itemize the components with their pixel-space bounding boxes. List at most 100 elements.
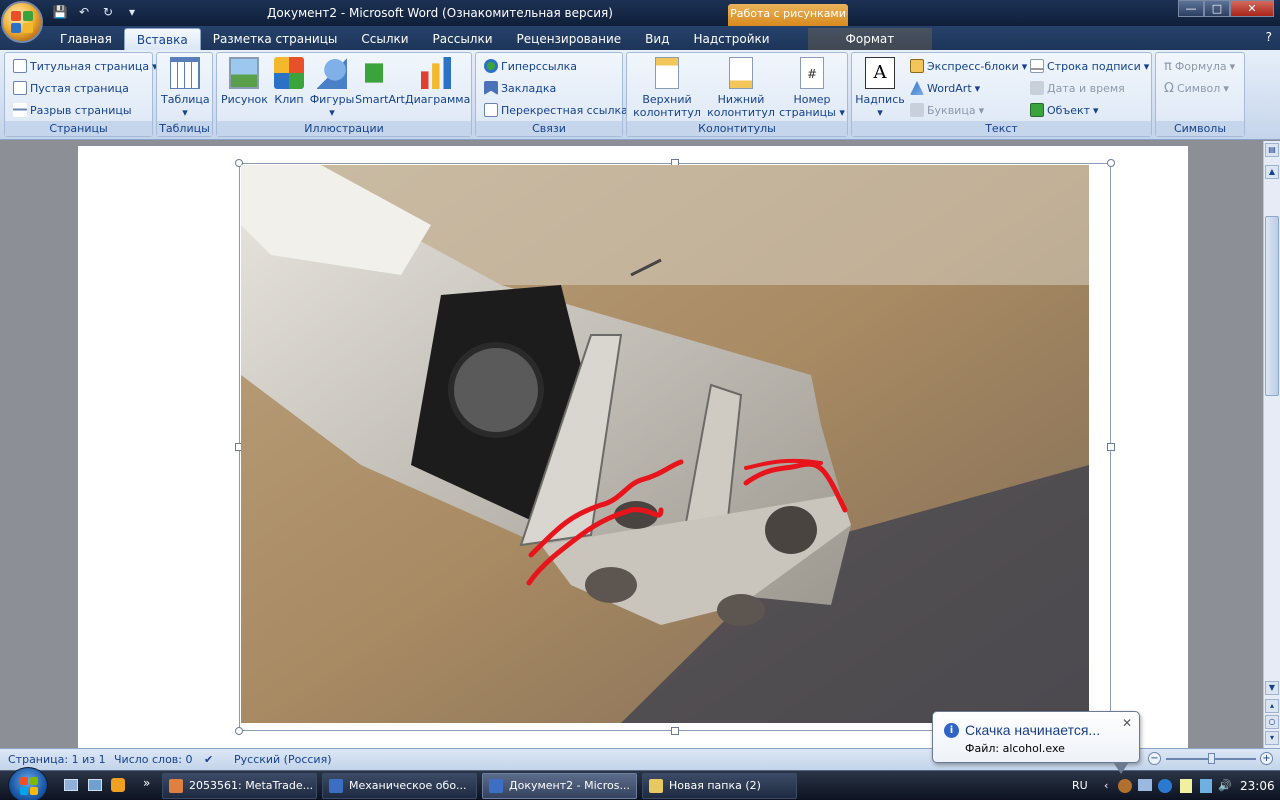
shapes-icon bbox=[317, 57, 347, 89]
group-pages: Титульная страница ▾ Пустая страница Разр… bbox=[4, 52, 158, 137]
group-headers-footers: Верхнийколонтитул ▾ Нижнийколонтитул ▾ #… bbox=[626, 52, 848, 137]
zoom-out-button[interactable]: − bbox=[1148, 752, 1161, 765]
prev-page-button[interactable]: ▴ bbox=[1265, 699, 1279, 713]
tray-app-icon[interactable] bbox=[1180, 779, 1192, 793]
close-button[interactable]: ✕ bbox=[1230, 0, 1274, 17]
taskbar-item-word-doc2[interactable]: Документ2 - Micros... bbox=[482, 773, 637, 799]
minimize-button[interactable]: — bbox=[1178, 0, 1204, 17]
help-icon[interactable]: ? bbox=[1266, 30, 1272, 44]
scroll-up-button[interactable]: ▲ bbox=[1265, 165, 1279, 179]
download-notification[interactable]: i Скачка начинается... Файл: alcohol.exe… bbox=[932, 711, 1140, 774]
zoom-in-button[interactable]: + bbox=[1260, 752, 1273, 765]
notification-title: Скачка начинается... bbox=[965, 722, 1101, 738]
bookmark-button[interactable]: Закладка bbox=[484, 81, 556, 95]
ruler-toggle-icon[interactable]: ▤ bbox=[1265, 143, 1279, 157]
footer-icon bbox=[729, 57, 753, 89]
tab-insert[interactable]: Вставка bbox=[123, 28, 201, 50]
blank-page-button[interactable]: Пустая страница bbox=[13, 81, 129, 95]
textbox-icon: A bbox=[865, 57, 895, 89]
spellcheck-icon[interactable]: ✔ bbox=[204, 753, 213, 766]
office-logo-icon bbox=[11, 11, 33, 33]
window-controls: — □ ✕ bbox=[1178, 0, 1274, 17]
switch-windows-icon[interactable] bbox=[88, 779, 102, 791]
inserted-photo[interactable] bbox=[241, 165, 1089, 723]
status-page[interactable]: Страница: 1 из 1 bbox=[8, 753, 106, 766]
textbox-button[interactable]: A Надпись ▾ bbox=[854, 57, 906, 119]
show-desktop-icon[interactable] bbox=[64, 779, 78, 791]
smartart-icon bbox=[365, 63, 395, 83]
chart-icon bbox=[421, 57, 451, 89]
browse-object-button[interactable]: ○ bbox=[1265, 715, 1279, 729]
hyperlink-button[interactable]: Гиперссылка bbox=[484, 59, 577, 73]
date-time-button[interactable]: Дата и время bbox=[1030, 81, 1125, 95]
tray-monitor-icon[interactable] bbox=[1200, 779, 1212, 793]
taskbar-item-metatrader[interactable]: 2053561: MetaTrade... bbox=[162, 773, 317, 799]
cover-page-button[interactable]: Титульная страница ▾ bbox=[13, 59, 158, 73]
network-icon[interactable] bbox=[1138, 779, 1152, 791]
volume-icon[interactable]: 🔊 bbox=[1218, 779, 1232, 792]
bolt-hole bbox=[765, 506, 817, 554]
resize-handle-bottom[interactable] bbox=[671, 727, 679, 735]
tab-review[interactable]: Рецензирование bbox=[505, 28, 634, 50]
taskbar-item-word-doc1[interactable]: Механическое обо... bbox=[322, 773, 477, 799]
group-label-symbols: Символы bbox=[1156, 121, 1244, 136]
resize-handle-bottom-left[interactable] bbox=[235, 727, 243, 735]
object-button[interactable]: Объект ▾ bbox=[1030, 103, 1099, 117]
tab-format[interactable]: Формат bbox=[807, 28, 933, 50]
symbol-button[interactable]: Ω Символ ▾ bbox=[1164, 81, 1229, 96]
resize-handle-right[interactable] bbox=[1107, 443, 1115, 451]
chart-app-icon bbox=[169, 779, 183, 793]
equation-button[interactable]: π Формула ▾ bbox=[1164, 59, 1235, 74]
title-bar: 💾 ↶ ↻ ▾ Документ2 - Microsoft Word (Озна… bbox=[0, 0, 1280, 26]
download-app-icon[interactable] bbox=[1118, 779, 1132, 793]
next-page-button[interactable]: ▾ bbox=[1265, 731, 1279, 745]
tab-mailings[interactable]: Рассылки bbox=[421, 28, 505, 50]
cross-reference-button[interactable]: Перекрестная ссылка bbox=[484, 103, 628, 117]
chart-button[interactable]: Диаграмма bbox=[405, 57, 470, 106]
tab-references[interactable]: Ссылки bbox=[349, 28, 420, 50]
smartart-button[interactable]: SmartArt bbox=[355, 57, 405, 106]
picture-button[interactable]: Рисунок bbox=[221, 57, 268, 106]
page-break-button[interactable]: Разрыв страницы bbox=[13, 103, 132, 117]
tab-addins[interactable]: Надстройки bbox=[681, 28, 781, 50]
word-icon bbox=[489, 779, 503, 793]
zoom-thumb[interactable] bbox=[1208, 753, 1215, 764]
page-number-button[interactable]: # Номер страницы ▾ bbox=[779, 57, 845, 119]
taskbar-item-folder[interactable]: Новая папка (2) bbox=[642, 773, 797, 799]
group-label-headers-footers: Колонтитулы bbox=[627, 121, 847, 136]
dropcap-button[interactable]: Буквица ▾ bbox=[910, 103, 984, 117]
dropcap-icon bbox=[910, 103, 924, 117]
clipart-button[interactable]: Клип bbox=[269, 57, 309, 106]
tray-expand-icon[interactable]: ‹ bbox=[1104, 779, 1108, 792]
office-button[interactable] bbox=[1, 1, 43, 43]
resize-handle-top-right[interactable] bbox=[1107, 159, 1115, 167]
tab-view[interactable]: Вид bbox=[633, 28, 681, 50]
shapes-button[interactable]: Фигуры ▾ bbox=[309, 57, 355, 119]
ribbon-tabs-bar: Главная Вставка Разметка страницы Ссылки… bbox=[0, 26, 1280, 50]
globe-icon[interactable] bbox=[1158, 779, 1172, 793]
scroll-down-button[interactable]: ▼ bbox=[1265, 681, 1279, 695]
table-button[interactable]: Таблица ▾ bbox=[161, 57, 210, 119]
status-language[interactable]: Русский (Россия) bbox=[234, 753, 332, 766]
notification-file: Файл: alcohol.exe bbox=[965, 742, 1065, 755]
media-player-icon[interactable] bbox=[111, 778, 125, 792]
clock[interactable]: 23:06 bbox=[1240, 779, 1275, 793]
wordart-button[interactable]: WordArt ▾ bbox=[910, 81, 980, 95]
quick-parts-button[interactable]: Экспресс-блоки ▾ bbox=[910, 59, 1027, 73]
cover-page-icon bbox=[13, 59, 27, 73]
maximize-button[interactable]: □ bbox=[1204, 0, 1230, 17]
vertical-scrollbar[interactable]: ▤ ▲ ▼ ▴ ○ ▾ bbox=[1263, 141, 1280, 748]
group-label-text: Текст bbox=[852, 121, 1151, 136]
quicklaunch-more[interactable]: » bbox=[143, 776, 150, 790]
close-notification-icon[interactable]: ✕ bbox=[1122, 716, 1132, 730]
status-word-count[interactable]: Число слов: 0 bbox=[114, 753, 193, 766]
zoom-slider[interactable]: − + bbox=[1148, 752, 1276, 768]
tab-home[interactable]: Главная bbox=[48, 28, 124, 50]
start-button[interactable] bbox=[8, 767, 48, 800]
group-symbols: π Формула ▾ Ω Символ ▾ Символы bbox=[1155, 52, 1245, 137]
scroll-thumb[interactable] bbox=[1265, 216, 1279, 396]
language-indicator[interactable]: RU bbox=[1072, 779, 1088, 792]
signature-line-button[interactable]: Строка подписи ▾ bbox=[1030, 59, 1149, 73]
tab-page-layout[interactable]: Разметка страницы bbox=[201, 28, 350, 50]
group-illustrations: Рисунок Клип Фигуры ▾ SmartArt Диаграмма … bbox=[216, 52, 472, 137]
